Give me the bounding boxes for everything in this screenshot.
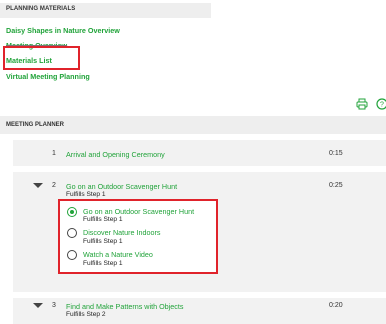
link-daisy-shapes-overview[interactable]: Daisy Shapes in Nature Overview [6, 26, 120, 35]
option-label-scavenger-hunt[interactable]: Go on an Outdoor Scavenger Hunt [83, 207, 194, 216]
item-number: 1 [52, 150, 56, 157]
item-number: 3 [52, 302, 56, 309]
highlight-box-materials [3, 46, 80, 70]
item-title-patterns[interactable]: Find and Make Patterns with Objects [66, 302, 183, 311]
svg-text:?: ? [380, 102, 384, 109]
item-subtitle: Fulfills Step 1 [66, 191, 106, 198]
item-duration: 0:20 [329, 302, 343, 309]
link-virtual-meeting-planning[interactable]: Virtual Meeting Planning [6, 72, 90, 81]
chevron-down-icon[interactable] [33, 183, 43, 188]
item-duration: 0:15 [329, 150, 343, 157]
item-duration: 0:25 [329, 182, 343, 189]
option-subtitle: Fulfills Step 1 [83, 216, 123, 223]
option-radio[interactable] [67, 228, 77, 238]
chevron-down-icon[interactable] [33, 303, 43, 308]
planning-materials-title: PLANNING MATERIALS [6, 6, 76, 12]
item-title-scavenger-hunt[interactable]: Go on an Outdoor Scavenger Hunt [66, 182, 177, 191]
help-icon[interactable]: ? [376, 98, 386, 110]
option-label-nature-video[interactable]: Watch a Nature Video [83, 250, 153, 259]
option-subtitle: Fulfills Step 1 [83, 238, 123, 245]
option-radio[interactable] [67, 250, 77, 260]
option-radio-selected[interactable] [67, 207, 77, 217]
item-title-arrival[interactable]: Arrival and Opening Ceremony [66, 150, 165, 159]
option-label-discover-indoors[interactable]: Discover Nature Indoors [83, 228, 161, 237]
item-subtitle: Fulfills Step 2 [66, 311, 106, 318]
meeting-planner-title: MEETING PLANNER [6, 122, 65, 128]
item-number: 2 [52, 182, 56, 189]
print-icon[interactable] [356, 98, 368, 110]
option-subtitle: Fulfills Step 1 [83, 260, 123, 267]
